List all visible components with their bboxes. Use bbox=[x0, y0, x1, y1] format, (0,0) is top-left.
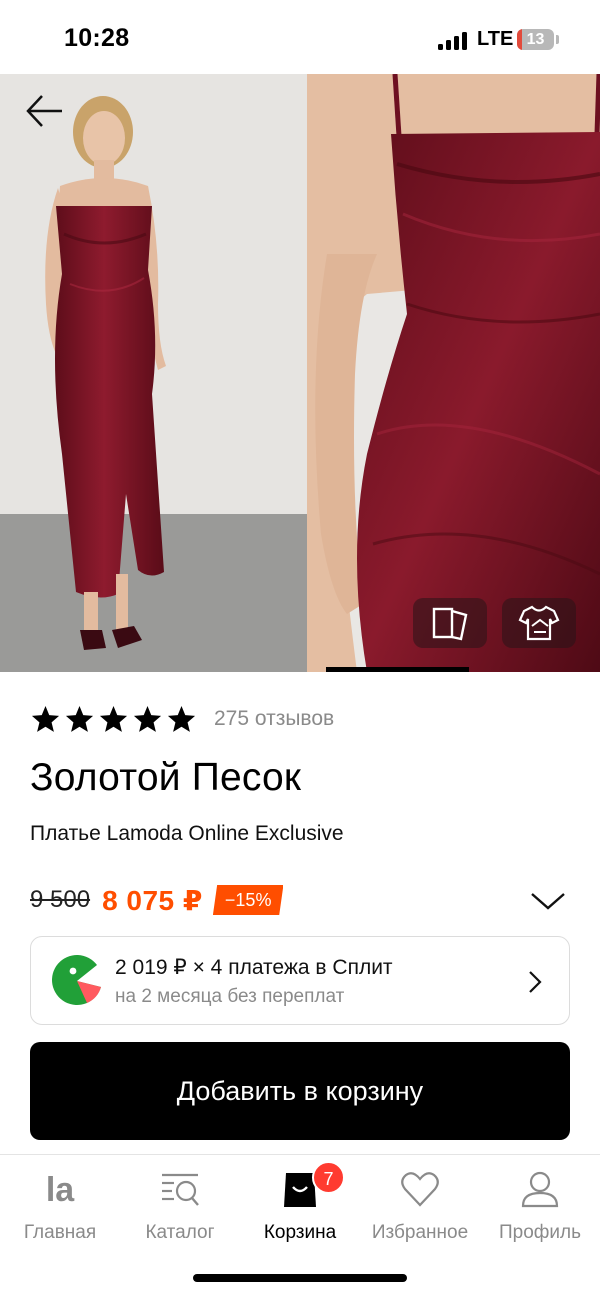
compare-icon bbox=[432, 607, 468, 641]
nav-item-cart[interactable]: 7 Корзина bbox=[240, 1155, 360, 1265]
product-photo-full[interactable] bbox=[0, 74, 307, 672]
signal-icon bbox=[438, 30, 468, 50]
svg-text:la: la bbox=[46, 1171, 75, 1209]
rating-stars bbox=[30, 704, 197, 735]
product-brand[interactable]: Золотой Песок bbox=[30, 756, 301, 800]
try-on-button[interactable] bbox=[502, 598, 576, 648]
add-to-cart-button[interactable]: Добавить в корзину bbox=[30, 1042, 570, 1140]
nav-label-catalog: Каталог bbox=[145, 1222, 215, 1243]
star-icon bbox=[99, 705, 128, 732]
lamoda-logo-icon: la bbox=[46, 1171, 75, 1209]
network-label: LTE bbox=[477, 28, 514, 50]
status-bar: 10:28 LTE 13 bbox=[0, 0, 600, 74]
reviews-link[interactable]: 275 отзывов bbox=[214, 707, 334, 731]
nav-label-home: Главная bbox=[23, 1222, 97, 1243]
chevron-down-icon[interactable] bbox=[530, 888, 566, 912]
split-terms-text: на 2 месяца без переплат bbox=[115, 986, 345, 1007]
nav-label-favorites: Избранное bbox=[371, 1222, 469, 1243]
catalog-search-icon bbox=[162, 1173, 199, 1206]
product-name: Платье Lamoda Online Exclusive bbox=[30, 822, 344, 845]
rating-row[interactable]: 275 отзывов bbox=[30, 702, 334, 736]
product-photo-closeup[interactable] bbox=[307, 74, 600, 672]
battery-tip bbox=[556, 35, 559, 44]
discount-badge: −15% bbox=[212, 885, 284, 915]
split-logo-icon bbox=[52, 955, 101, 1005]
profile-icon bbox=[521, 1171, 559, 1208]
tshirt-tryon-icon bbox=[518, 605, 560, 641]
nav-label-cart: Корзина bbox=[263, 1222, 337, 1243]
back-button[interactable] bbox=[24, 90, 66, 132]
status-time: 10:28 bbox=[64, 24, 130, 52]
heart-icon bbox=[401, 1172, 439, 1207]
star-icon bbox=[167, 705, 196, 732]
split-payment-card[interactable]: 2 019 ₽ × 4 платежа в Сплит на 2 месяца … bbox=[30, 936, 570, 1025]
nav-item-profile[interactable]: Профиль bbox=[480, 1155, 600, 1265]
product-gallery[interactable] bbox=[0, 74, 600, 672]
nav-label-profile: Профиль bbox=[498, 1222, 582, 1243]
nav-item-catalog[interactable]: Каталог bbox=[120, 1155, 240, 1265]
gallery-scroll-indicator bbox=[326, 667, 469, 672]
home-indicator[interactable] bbox=[193, 1274, 407, 1282]
chevron-right-icon bbox=[529, 971, 542, 993]
nav-item-favorites[interactable]: Избранное bbox=[360, 1155, 480, 1265]
old-price: 9 500 bbox=[30, 886, 91, 913]
star-icon bbox=[31, 705, 60, 732]
price-row: 9 500 8 075 ₽ −15% bbox=[30, 882, 570, 918]
arrow-left-icon bbox=[26, 95, 62, 127]
star-icon bbox=[133, 705, 162, 732]
cart-count-badge: 7 bbox=[312, 1161, 345, 1194]
current-price: 8 075 ₽ bbox=[102, 884, 203, 916]
compare-button[interactable] bbox=[413, 598, 487, 648]
nav-item-home[interactable]: la Главная bbox=[0, 1155, 120, 1265]
star-icon bbox=[65, 705, 94, 732]
split-installment-text: 2 019 ₽ × 4 платежа в Сплит bbox=[115, 956, 393, 979]
battery-icon: 13 bbox=[517, 29, 554, 50]
